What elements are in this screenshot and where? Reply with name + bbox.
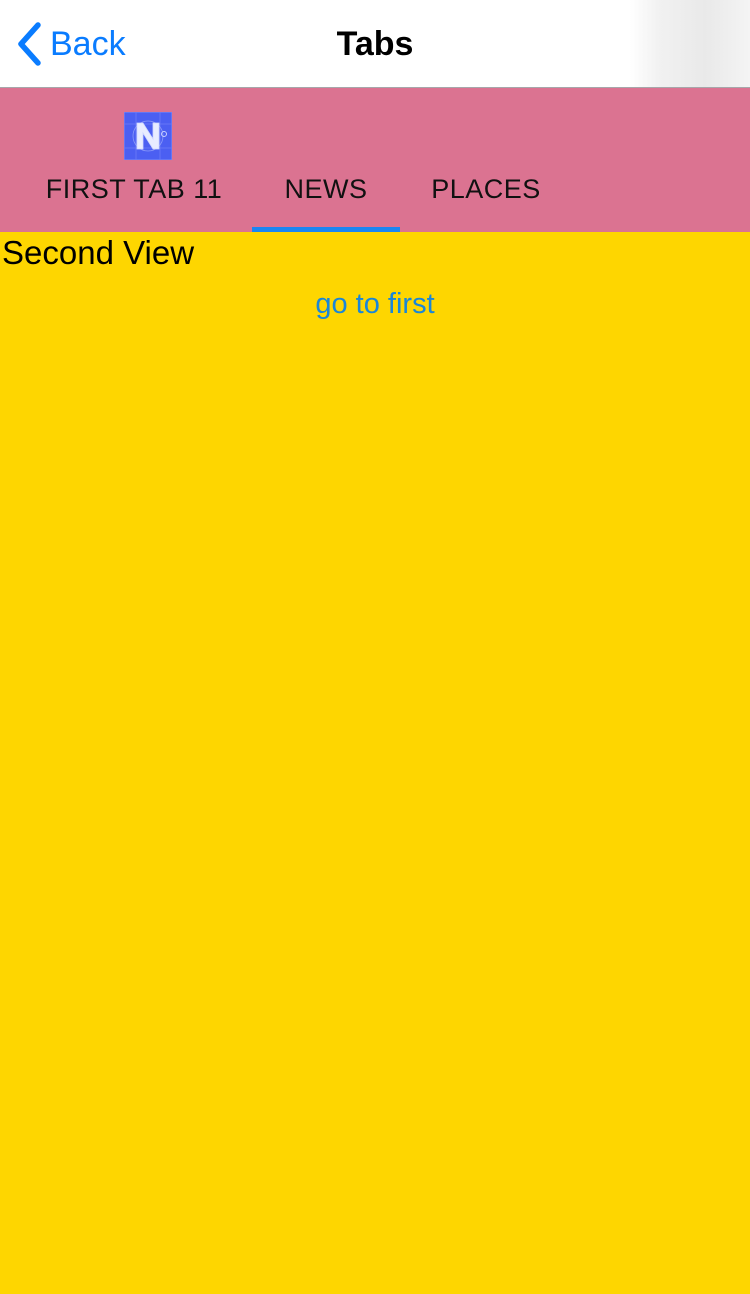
tab-news[interactable]: NEWS (252, 88, 400, 232)
tab-label: PLACES (431, 174, 541, 204)
tab-places[interactable]: PLACES (400, 88, 572, 232)
tab-content: Second View go to first (0, 232, 750, 1294)
view-title: Second View (2, 234, 195, 271)
navigation-bar: Back Tabs (0, 0, 750, 88)
go-to-first-button[interactable]: go to first (0, 284, 750, 324)
tab-first-tab-11[interactable]: FIRST TAB 11 (14, 88, 254, 232)
back-button[interactable]: Back (14, 20, 126, 68)
app-screen: Back Tabs FIRST TAB 11 NEWS PLACES Secon… (0, 0, 750, 1294)
tab-strip: FIRST TAB 11 NEWS PLACES (0, 88, 750, 232)
back-label: Back (50, 25, 126, 63)
tab-label: FIRST TAB 11 (45, 174, 223, 204)
nativescript-logo-icon (124, 112, 172, 160)
chevron-left-icon (18, 22, 41, 66)
tab-label: NEWS (284, 174, 368, 204)
